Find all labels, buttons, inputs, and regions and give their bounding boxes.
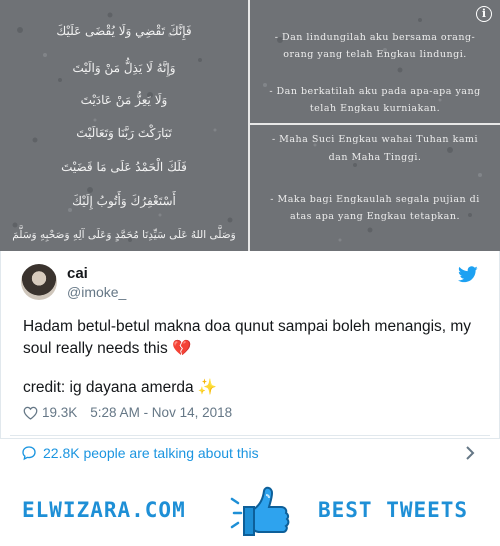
arabic-line: فَإِنَّكَ تَقْضِي وَلَا يُقْضَى عَلَيْكَ	[56, 24, 192, 38]
malay-line: atas apa yang Engkau tetapkan.	[290, 211, 460, 222]
arabic-line: تَبَارَكْتَ رَبَّنَا وَتَعَالَيْتَ	[76, 126, 172, 140]
author-handle[interactable]: @imoke_	[67, 284, 126, 300]
malay-line: - Maha Suci Engkau wahai Tuhan kami	[271, 134, 479, 145]
malay-line: - Maka bagi Engkaulah segala pujian di	[270, 194, 480, 205]
speech-bubble-icon	[22, 446, 36, 461]
malay-line: telah Engkau kurniakan.	[309, 103, 441, 114]
arabic-line: وَصَلَّى اللهُ عَلَى سَيِّدِنَا مُحَمَّد…	[12, 229, 236, 241]
malay-line: - Dan berkatilah aku pada apa-apa yang	[269, 86, 481, 97]
arabic-line: فَلَكَ الْحَمْدُ عَلَى مَا قَضَيْتَ	[61, 160, 187, 174]
malay-line: - Dan lindungilah aku bersama orang-	[274, 32, 476, 43]
tweet-meta: 19.3K 5:28 AM - Nov 14, 2018	[23, 405, 232, 420]
malay-line: dan Maha Tinggi.	[328, 152, 422, 163]
conversation-link[interactable]: 22.8K people are talking about this	[21, 445, 259, 461]
heart-icon[interactable]	[23, 406, 38, 420]
panel-divider	[250, 123, 500, 125]
chevron-right-icon[interactable]	[464, 445, 476, 461]
timestamp-link[interactable]: 5:28 AM - Nov 14, 2018	[90, 405, 232, 420]
brand-logo-text[interactable]: ELWIZARA.COM	[22, 498, 186, 522]
best-tweets-label: BEST TWEETS	[318, 498, 469, 522]
malay-line: orang yang telah Engkau lindungi.	[283, 49, 467, 60]
tweet-text: Hadam betul-betul makna doa qunut sampai…	[23, 318, 472, 357]
like-count[interactable]: 19.3K	[42, 405, 77, 420]
tweet-credit: credit: ig dayana amerda ✨	[23, 379, 218, 396]
arabic-line: أَسْتَغْفِرُكَ وَأَتُوبُ إِلَيْكَ	[72, 194, 176, 208]
tweet-media-image[interactable]: فَإِنَّكَ تَقْضِي وَلَا يُقْضَى عَلَيْكَ…	[0, 0, 500, 251]
arabic-line: وَلَا يَعِزُّ مَنْ عَادَيْتَ	[80, 93, 168, 107]
divider	[10, 435, 490, 436]
arabic-text-panel: فَإِنَّكَ تَقْضِي وَلَا يُقْضَى عَلَيْكَ…	[0, 0, 248, 251]
info-icon[interactable]: i	[476, 6, 492, 22]
twitter-bird-icon[interactable]	[458, 266, 478, 283]
author-name[interactable]: cai	[67, 265, 88, 282]
arabic-line: وَإِنَّهُ لَا يَذِلُّ مَنْ وَالَيْتَ	[72, 61, 176, 75]
conversation-count: 22.8K people are talking about this	[43, 445, 259, 461]
footer-banner: ELWIZARA.COM BEST TWEETS	[0, 474, 500, 546]
avatar[interactable]	[21, 264, 57, 300]
thumbs-up-icon	[230, 486, 290, 536]
